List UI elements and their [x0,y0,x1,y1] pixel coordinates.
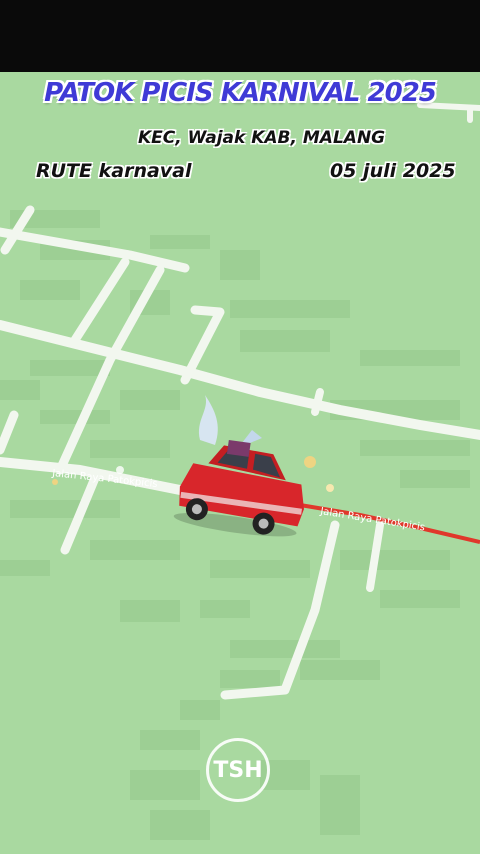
route-label: RUTE karnaval [36,160,192,182]
location-text: KEC, Wajak KAB, MALANG [138,128,386,148]
map-canvas[interactable]: Jalan Raya Patokpicis Jalan Raya Patokpi… [0,72,480,854]
map-view[interactable]: Jalan Raya Patokpicis Jalan Raya Patokpi… [0,72,480,854]
red-car-icon [173,439,304,537]
event-date: 05 juli 2025 [330,160,456,182]
top-status-bar [0,0,480,72]
watermark-logo: TSH [206,738,270,802]
watermark-text: TSH [213,757,263,783]
event-title: PATOK PICIS KARNIVAL 2025 [44,78,437,108]
screen: Jalan Raya Patokpicis Jalan Raya Patokpi… [0,0,480,854]
